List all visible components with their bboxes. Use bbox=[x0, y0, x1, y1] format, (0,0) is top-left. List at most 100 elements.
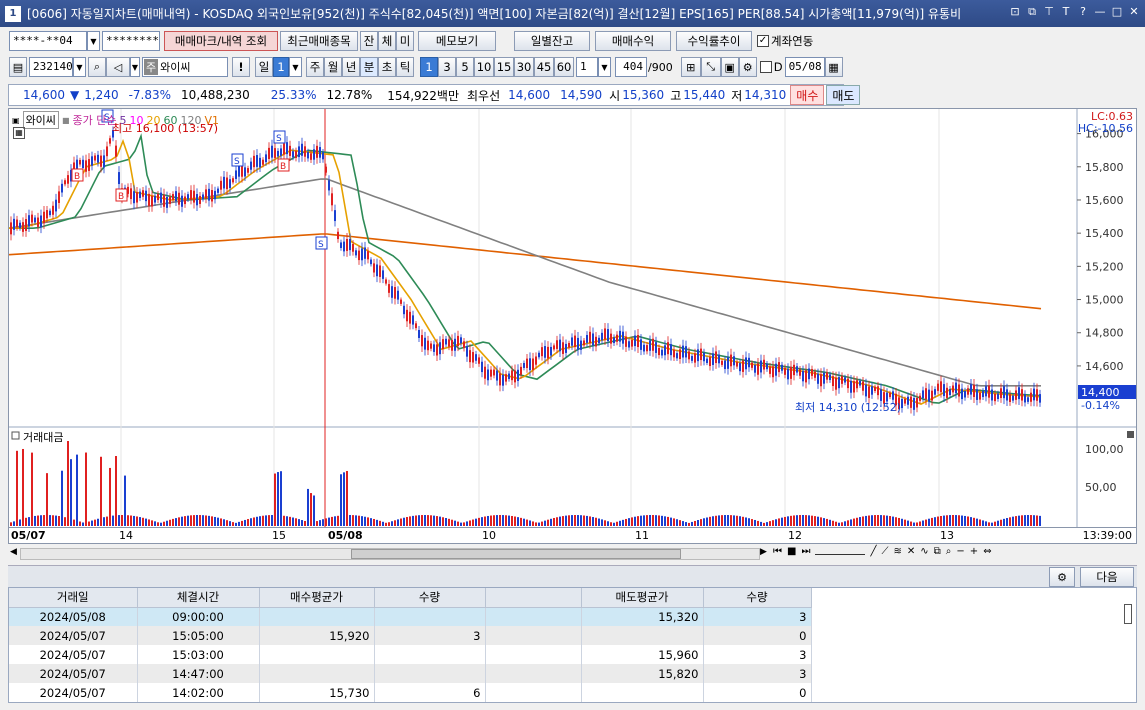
zoom-icon[interactable]: ⌕ bbox=[946, 546, 952, 557]
minimize-icon[interactable]: — bbox=[1093, 4, 1107, 20]
zoom-in-icon[interactable]: + bbox=[970, 546, 978, 557]
table-row[interactable]: 2024/05/07 14:02:00 15,730 6 0 bbox=[9, 683, 812, 702]
search-icon[interactable]: ⌕ bbox=[88, 57, 106, 77]
stock-name-field[interactable]: 주 와이씨 bbox=[142, 57, 228, 77]
table-scroll-thumb[interactable] bbox=[1124, 604, 1132, 624]
scroll-left-icon[interactable]: ◀ bbox=[10, 547, 17, 557]
date-input[interactable]: 05/08 bbox=[784, 57, 825, 77]
calendar-icon[interactable]: ▦ bbox=[824, 57, 843, 77]
table-row[interactable]: 2024/05/07 14:47:00 15,820 3 bbox=[9, 664, 812, 683]
daily-balance-button[interactable]: 일별잔고 bbox=[514, 31, 590, 51]
chart-canvas[interactable]: 16,00015,80015,60015,40015,20015,00014,8… bbox=[9, 109, 1136, 527]
fib-tool-icon[interactable]: ≋ bbox=[893, 546, 901, 557]
sell-button[interactable]: 매도 bbox=[826, 85, 861, 105]
unit-dropdown-icon[interactable]: ▼ bbox=[598, 57, 611, 77]
minute-45[interactable]: 45 bbox=[534, 57, 554, 77]
line-tool-icon[interactable]: ╱ bbox=[870, 546, 876, 557]
trend-tool-icon[interactable]: ⟋ bbox=[881, 546, 888, 557]
period-tick[interactable]: 틱 bbox=[396, 57, 414, 77]
wave-tool-icon[interactable]: ∿ bbox=[920, 546, 928, 557]
settings-gear-icon[interactable]: ⚙ bbox=[738, 57, 757, 77]
draw-tool-icon[interactable]: ⤡ bbox=[700, 57, 721, 77]
col-sell-avg[interactable]: 매도평균가 bbox=[581, 588, 704, 608]
restore-icon[interactable]: ⧉ bbox=[1025, 4, 1039, 20]
profit-rate-button[interactable]: 수익률추이 bbox=[676, 31, 752, 51]
minute-1[interactable]: 1 bbox=[420, 57, 438, 77]
help-icon[interactable]: ? bbox=[1076, 4, 1090, 20]
candle-body bbox=[817, 373, 819, 384]
memo-button[interactable]: 메모보기 bbox=[418, 31, 496, 51]
chart-scrollbar[interactable]: ◀ ▶ ⏮ ■ ⏭ ╱ ⟋ ≋ ✕ ∿ ⧉ ⌕ − + ⇔ bbox=[8, 546, 1137, 562]
play-icon[interactable]: ⏭ bbox=[801, 546, 810, 557]
balance-button[interactable]: 잔 bbox=[360, 31, 378, 51]
trade-profit-button[interactable]: 매매수익 bbox=[595, 31, 671, 51]
col-sell-qty[interactable]: 수량 bbox=[703, 588, 812, 608]
alert-button[interactable]: ! bbox=[232, 57, 250, 77]
table-row[interactable]: 2024/05/07 15:05:00 15,920 3 0 bbox=[9, 626, 812, 645]
legend-toggle-icon[interactable]: ▣ bbox=[12, 116, 20, 125]
scroll-track[interactable] bbox=[20, 548, 760, 560]
period-week[interactable]: 주 bbox=[306, 57, 324, 77]
zoom-slider[interactable] bbox=[815, 549, 866, 555]
minute-60[interactable]: 60 bbox=[554, 57, 574, 77]
bar-count-input[interactable]: 404 bbox=[615, 57, 647, 77]
next-button[interactable]: 다음 bbox=[1080, 567, 1134, 587]
close-icon[interactable]: ✕ bbox=[1127, 4, 1141, 20]
minute-3[interactable]: 3 bbox=[438, 57, 456, 77]
period-day-count[interactable]: 1 bbox=[273, 57, 289, 77]
col-buy-avg[interactable]: 매수평균가 bbox=[259, 588, 375, 608]
stock-code-dropdown-icon[interactable]: ▼ bbox=[73, 57, 86, 77]
unit-input[interactable]: 1 bbox=[576, 57, 598, 77]
minute-10[interactable]: 10 bbox=[474, 57, 494, 77]
candle-body bbox=[400, 299, 402, 304]
account-link-checkbox[interactable]: ✓ 계좌연동 bbox=[757, 33, 813, 49]
speaker-icon[interactable]: ◁ bbox=[106, 57, 130, 77]
period-second[interactable]: 초 bbox=[378, 57, 396, 77]
speaker-dropdown-icon[interactable]: ▼ bbox=[130, 57, 140, 77]
stop-icon[interactable]: ■ bbox=[787, 546, 796, 557]
copy-icon[interactable]: ⧉ bbox=[934, 546, 941, 557]
legend-stock-name[interactable]: 와이씨 bbox=[22, 111, 59, 129]
unexecuted-button[interactable]: 미 bbox=[396, 31, 414, 51]
executed-button[interactable]: 체 bbox=[378, 31, 396, 51]
save-icon[interactable]: ▣ bbox=[720, 57, 739, 77]
pin-icon[interactable]: ⊤ bbox=[1042, 4, 1056, 20]
minute-30[interactable]: 30 bbox=[514, 57, 534, 77]
trade-marks-button[interactable]: 매매마크/내역 조회 bbox=[164, 31, 278, 51]
chart-type-icon[interactable]: ▤ bbox=[9, 57, 27, 77]
period-year[interactable]: 년 bbox=[342, 57, 360, 77]
account-dropdown-icon[interactable]: ▼ bbox=[87, 31, 100, 51]
zoom-out-icon[interactable]: − bbox=[956, 546, 964, 557]
fit-icon[interactable]: ⇔ bbox=[983, 546, 991, 557]
grid-icon[interactable]: ▦ bbox=[13, 127, 25, 139]
maximize-icon[interactable]: □ bbox=[1110, 4, 1124, 20]
minute-5[interactable]: 5 bbox=[456, 57, 474, 77]
volume-bar bbox=[259, 516, 261, 526]
recent-trades-button[interactable]: 최근매매종목 bbox=[280, 31, 358, 51]
d-checkbox[interactable]: D bbox=[759, 60, 783, 74]
table-settings-gear-icon[interactable]: ⚙ bbox=[1049, 567, 1075, 587]
period-month[interactable]: 월 bbox=[324, 57, 342, 77]
col-buy-qty[interactable]: 수량 bbox=[374, 588, 486, 608]
scroll-right-icon[interactable]: ▶ bbox=[760, 547, 767, 557]
cross-tool-icon[interactable]: ✕ bbox=[907, 546, 915, 557]
period-minute[interactable]: 분 bbox=[360, 57, 378, 77]
stock-code-input[interactable]: 232140 bbox=[29, 57, 73, 77]
scroll-thumb[interactable] bbox=[351, 549, 681, 559]
period-day[interactable]: 일 bbox=[255, 57, 273, 77]
period-dropdown-icon[interactable]: ▼ bbox=[289, 57, 302, 77]
account-input[interactable]: ****-**04 bbox=[9, 31, 87, 51]
link-icon[interactable]: ⊡ bbox=[1008, 4, 1022, 20]
indicator-icon[interactable]: ⊞ bbox=[680, 57, 701, 77]
first-icon[interactable]: ⏮ bbox=[773, 546, 782, 557]
price-chart[interactable]: 16,000 15,800 15,600 15,400 15,200 15,000 14,8… bbox=[8, 108, 1137, 528]
trade-amount: 154,922백만 bbox=[387, 88, 460, 103]
col-trade-date[interactable]: 거래일 bbox=[9, 588, 138, 608]
font-icon[interactable]: T bbox=[1059, 4, 1073, 20]
table-row[interactable]: 2024/05/08 09:00:00 15,320 3 bbox=[9, 607, 812, 626]
col-exec-time[interactable]: 체결시간 bbox=[137, 588, 260, 608]
buy-button[interactable]: 매수 bbox=[790, 85, 825, 105]
table-row[interactable]: 2024/05/07 15:03:00 15,960 3 bbox=[9, 645, 812, 664]
password-input[interactable]: ********* bbox=[102, 31, 160, 51]
minute-15[interactable]: 15 bbox=[494, 57, 514, 77]
